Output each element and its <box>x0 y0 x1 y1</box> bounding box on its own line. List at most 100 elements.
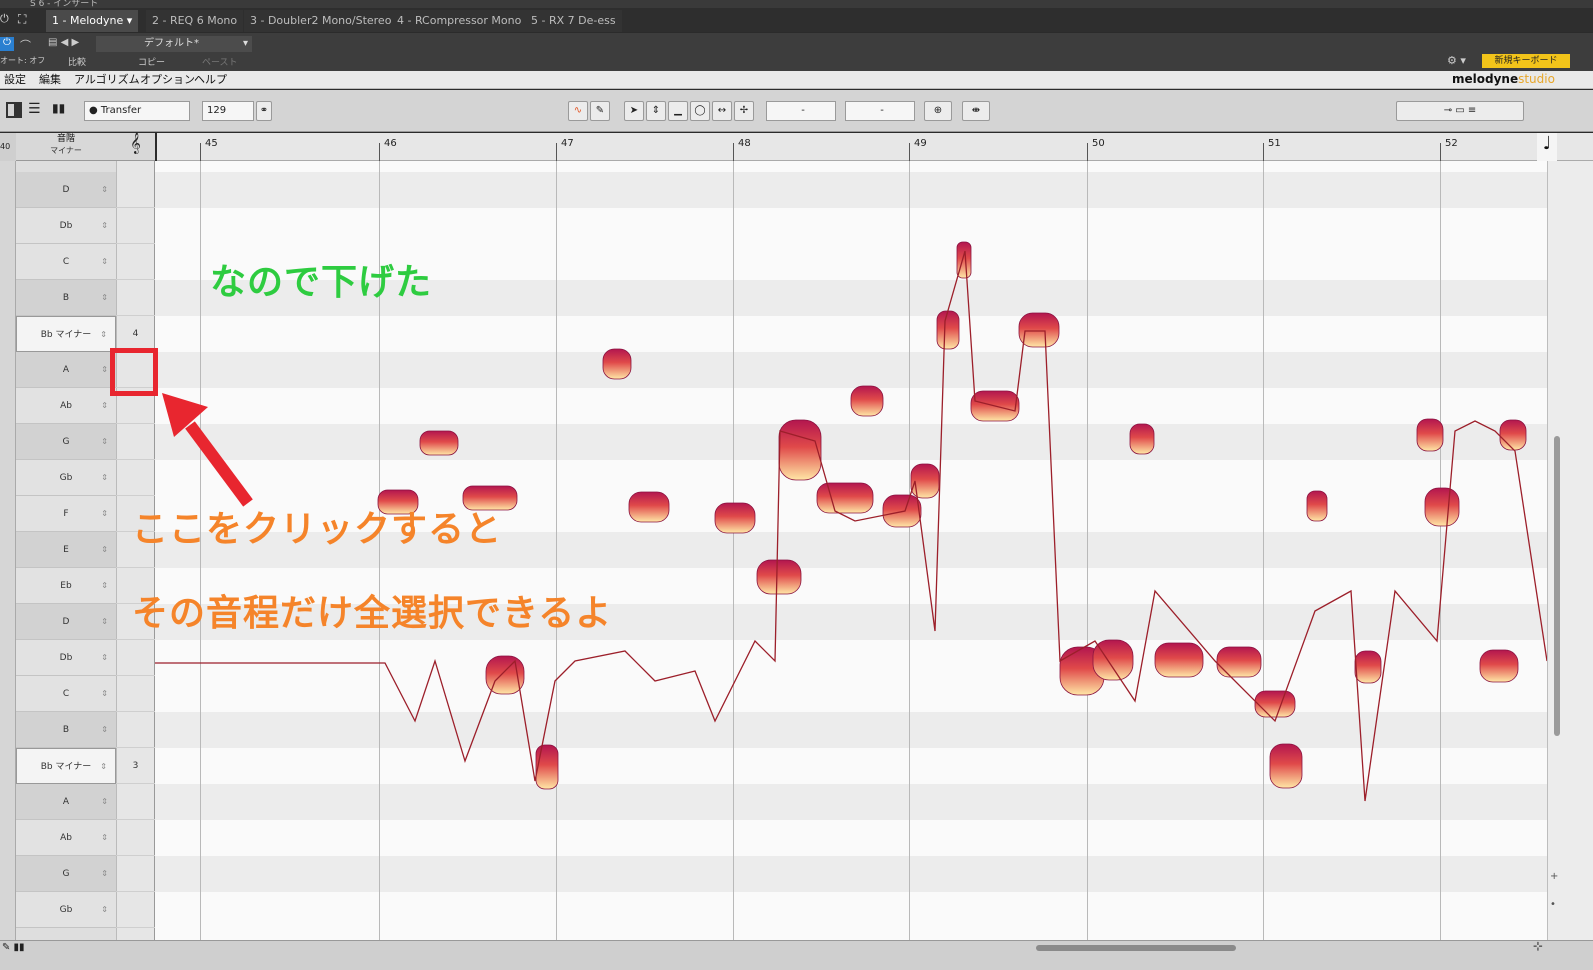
note-blob[interactable] <box>714 502 756 534</box>
scale-key-2[interactable]: C ⇕ <box>16 244 116 280</box>
note-blob[interactable] <box>535 744 559 790</box>
wrench-icon[interactable]: ✎ <box>590 101 610 121</box>
octave-cell[interactable]: 4 <box>116 316 155 352</box>
note-blob[interactable] <box>602 348 632 380</box>
octave-cell[interactable] <box>116 280 155 316</box>
key-stepper-icon[interactable]: ⇕ <box>101 352 108 388</box>
compare-button[interactable]: 比較 <box>68 55 86 68</box>
scale-key-15[interactable]: B ⇕ <box>16 712 116 748</box>
key-stepper-icon[interactable]: ⇕ <box>101 532 108 568</box>
octave-cell[interactable] <box>116 892 155 928</box>
key-stepper-icon[interactable]: ⇕ <box>100 317 107 353</box>
note-blob[interactable] <box>1416 418 1444 452</box>
left-pitch-strip[interactable] <box>0 133 16 940</box>
preset-selector[interactable]: デフォルト* ▾ <box>96 36 252 52</box>
note-blob[interactable] <box>816 482 874 514</box>
pitch-snap-icon[interactable]: ∿ <box>568 101 588 121</box>
scale-key-4[interactable]: Bb マイナー ⇕ <box>16 316 116 352</box>
key-stepper-icon[interactable]: ⇕ <box>101 460 108 496</box>
separation-tool-icon[interactable]: ✢ <box>734 101 754 121</box>
octave-cell[interactable] <box>116 172 155 208</box>
note-blob[interactable] <box>1354 650 1382 684</box>
key-stepper-icon[interactable]: ⇕ <box>101 856 108 892</box>
levels-icon[interactable]: ▮▮ <box>52 101 65 115</box>
key-stepper-icon[interactable]: ⇕ <box>101 172 108 208</box>
key-stepper-icon[interactable]: ⇕ <box>101 244 108 280</box>
tab-rx7[interactable]: 5 - RX 7 De-ess <box>525 10 622 32</box>
key-stepper-icon[interactable]: ⇕ <box>101 640 108 676</box>
copy-button[interactable]: コピー <box>138 55 165 68</box>
key-stepper-icon[interactable]: ⇕ <box>101 712 108 748</box>
note-blob[interactable] <box>1216 646 1262 678</box>
scale-key-7[interactable]: G ⇕ <box>16 424 116 460</box>
key-stepper-icon[interactable]: ⇕ <box>101 604 108 640</box>
key-stepper-icon[interactable]: ⇕ <box>101 424 108 460</box>
scale-key-17[interactable]: A ⇕ <box>16 784 116 820</box>
menu-help[interactable]: ヘルプ <box>194 72 227 88</box>
note-blob[interactable] <box>778 419 822 481</box>
key-stepper-icon[interactable]: ⇕ <box>101 784 108 820</box>
zoom-out-icon[interactable]: • <box>1550 899 1556 910</box>
scale-key-12[interactable]: D ⇕ <box>16 604 116 640</box>
pitch-tool-icon[interactable]: ⇕ <box>646 101 666 121</box>
note-blob[interactable] <box>628 491 670 523</box>
octave-cell[interactable] <box>116 784 155 820</box>
key-stepper-icon[interactable]: ⇕ <box>101 280 108 316</box>
scale-key-20[interactable]: Gb ⇕ <box>16 892 116 928</box>
note-blob[interactable] <box>850 385 884 417</box>
note-blob[interactable] <box>1424 487 1460 527</box>
value-field-2[interactable]: - <box>845 101 915 121</box>
tab-doubler2[interactable]: 3 - Doubler2 Mono/Stereo <box>244 10 398 32</box>
scale-key-5[interactable]: A ⇕ <box>16 352 116 388</box>
clef-icon[interactable]: 𝄞 <box>116 133 155 161</box>
horizontal-scroll-thumb[interactable] <box>1036 945 1236 951</box>
mixer-sliders-icon[interactable]: ☰ <box>28 101 41 117</box>
note-blob[interactable] <box>1306 490 1328 522</box>
scale-key-16[interactable]: Bb マイナー ⇕ <box>16 748 116 784</box>
tab-req6[interactable]: 2 - REQ 6 Mono <box>146 10 244 32</box>
key-stepper-icon[interactable]: ⇕ <box>101 496 108 532</box>
routing-icon[interactable]: ⛶ <box>18 12 40 30</box>
scale-key-11[interactable]: Eb ⇕ <box>16 568 116 604</box>
vertical-scrollbar[interactable]: + • <box>1547 161 1593 940</box>
note-blob[interactable] <box>1269 743 1303 789</box>
octave-cell[interactable] <box>116 244 155 280</box>
note-blob[interactable] <box>756 559 802 595</box>
tab-melodyne[interactable]: 1 - Melodyne ▾ <box>46 10 139 32</box>
octave-cell[interactable] <box>116 712 155 748</box>
pointer-tool-icon[interactable]: ➤ <box>624 101 644 121</box>
scale-header[interactable]: 音階 マイナー <box>16 133 116 161</box>
menu-algorithm[interactable]: アルゴリズム <box>74 72 140 88</box>
key-stepper-icon[interactable]: ⇕ <box>100 749 107 785</box>
tempo-field[interactable]: 129 <box>202 101 254 121</box>
menu-edit[interactable]: 編集 <box>39 72 61 88</box>
octave-cell[interactable] <box>116 856 155 892</box>
scale-key-0[interactable]: D ⇕ <box>16 172 116 208</box>
scale-key-13[interactable]: Db ⇕ <box>16 640 116 676</box>
scale-key-3[interactable]: B ⇕ <box>16 280 116 316</box>
note-blob[interactable] <box>1499 419 1527 451</box>
octave-cell[interactable]: 3 <box>116 748 155 784</box>
octave-cell[interactable] <box>116 820 155 856</box>
note-blob[interactable] <box>1154 642 1204 678</box>
key-stepper-icon[interactable]: ⇕ <box>101 568 108 604</box>
zoom-sliders[interactable]: ⊸ ▭ ≡ <box>1396 101 1524 121</box>
scale-key-6[interactable]: Ab ⇕ <box>16 388 116 424</box>
bottom-tools-icon[interactable]: ✎ ▮▮ <box>2 942 25 953</box>
scale-key-1[interactable]: Db ⇕ <box>16 208 116 244</box>
key-stepper-icon[interactable]: ⇕ <box>101 820 108 856</box>
octave-cell[interactable] <box>116 676 155 712</box>
transfer-button[interactable]: ● Transfer <box>84 101 190 121</box>
key-stepper-icon[interactable]: ⇕ <box>101 676 108 712</box>
note-blob[interactable] <box>1018 312 1060 348</box>
scale-key-19[interactable]: G ⇕ <box>16 856 116 892</box>
panel-layout-icon[interactable] <box>6 102 22 118</box>
automation-icon[interactable]: ⌒ <box>20 37 31 53</box>
bypass-power-icon[interactable]: ⏻ <box>0 37 14 51</box>
note-value-icon[interactable]: ♩ <box>1537 133 1557 161</box>
note-blob[interactable] <box>1479 649 1519 683</box>
scale-key-18[interactable]: Ab ⇕ <box>16 820 116 856</box>
new-keyboard-button[interactable]: 新規キーボード <box>1482 54 1570 68</box>
menu-settings[interactable]: 設定 <box>4 72 26 88</box>
settings-gear-icon[interactable]: ⚙ ▾ <box>1447 54 1466 67</box>
